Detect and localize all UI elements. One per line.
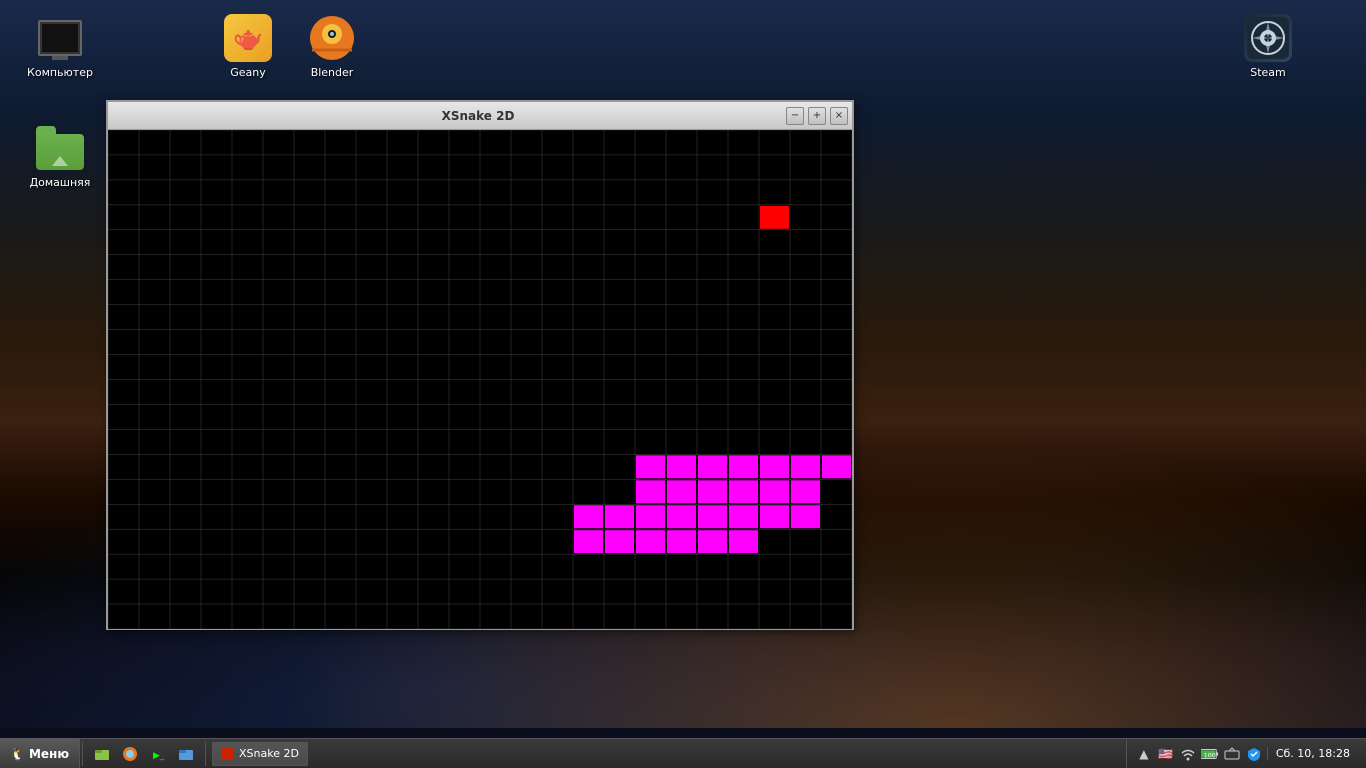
taskbar-app-terminal[interactable]: ▶_ — [145, 741, 171, 767]
desktop-icon-computer[interactable]: Компьютер — [20, 10, 100, 83]
start-icon: 🐧 — [10, 747, 25, 761]
computer-label: Компьютер — [27, 66, 93, 79]
steam-icon — [1244, 14, 1292, 62]
close-button[interactable]: × — [830, 107, 848, 125]
tray-battery[interactable]: 100 — [1201, 745, 1219, 763]
geany-label: Geany — [230, 66, 266, 79]
svg-text:100: 100 — [1204, 752, 1216, 759]
task-label-xsnake: XSnake 2D — [239, 747, 299, 760]
desktop-icon-blender[interactable]: Blender — [292, 10, 372, 83]
desktop: Компьютер 🫖 Geany Blender До — [0, 0, 1366, 768]
svg-text:▶_: ▶_ — [153, 751, 165, 761]
desktop-icon-home[interactable]: Домашняя — [20, 120, 100, 193]
blender-icon — [308, 14, 356, 62]
computer-icon — [36, 14, 84, 62]
steam-label: Steam — [1250, 66, 1286, 79]
snake-titlebar[interactable]: XSnake 2D − + × — [108, 102, 852, 130]
taskbar-app-firefox[interactable] — [117, 741, 143, 767]
taskbar-quick-launch: ▶_ — [85, 741, 203, 767]
tray-network[interactable] — [1223, 745, 1241, 763]
tray-flag[interactable]: 🇺🇸 — [1157, 745, 1175, 763]
taskbar-separator-2 — [205, 742, 206, 766]
system-clock[interactable]: Сб. 10, 18:28 — [1267, 747, 1358, 760]
taskbar-running-tasks: XSnake 2D — [208, 742, 1126, 766]
tray-wifi[interactable] — [1179, 745, 1197, 763]
home-label: Домашняя — [30, 176, 91, 189]
snake-grid-svg — [108, 130, 852, 629]
taskbar: 🐧 Меню ▶_ XSnake 2D — [0, 738, 1366, 768]
blender-label: Blender — [311, 66, 354, 79]
tray-shield[interactable] — [1245, 745, 1263, 763]
task-indicator-xsnake — [221, 748, 233, 760]
task-xsnake[interactable]: XSnake 2D — [212, 742, 308, 766]
taskbar-app-files2[interactable] — [173, 741, 199, 767]
snake-window: XSnake 2D − + × — [106, 100, 854, 630]
home-icon — [36, 124, 84, 172]
snake-game-canvas — [108, 130, 852, 629]
taskbar-app-files[interactable] — [89, 741, 115, 767]
geany-icon: 🫖 — [224, 14, 272, 62]
taskbar-separator-1 — [82, 742, 83, 766]
system-tray: ▲ 🇺🇸 100 Сб. 10, 18:28 — [1126, 739, 1366, 768]
minimize-button[interactable]: − — [786, 107, 804, 125]
tray-arrow[interactable]: ▲ — [1135, 745, 1153, 763]
window-title: XSnake 2D — [172, 109, 784, 123]
start-label: Меню — [29, 747, 69, 761]
window-controls: − + × — [784, 107, 848, 125]
start-button[interactable]: 🐧 Меню — [0, 739, 80, 768]
maximize-button[interactable]: + — [808, 107, 826, 125]
desktop-icon-steam[interactable]: Steam — [1228, 10, 1308, 83]
desktop-icon-geany[interactable]: 🫖 Geany — [208, 10, 288, 83]
